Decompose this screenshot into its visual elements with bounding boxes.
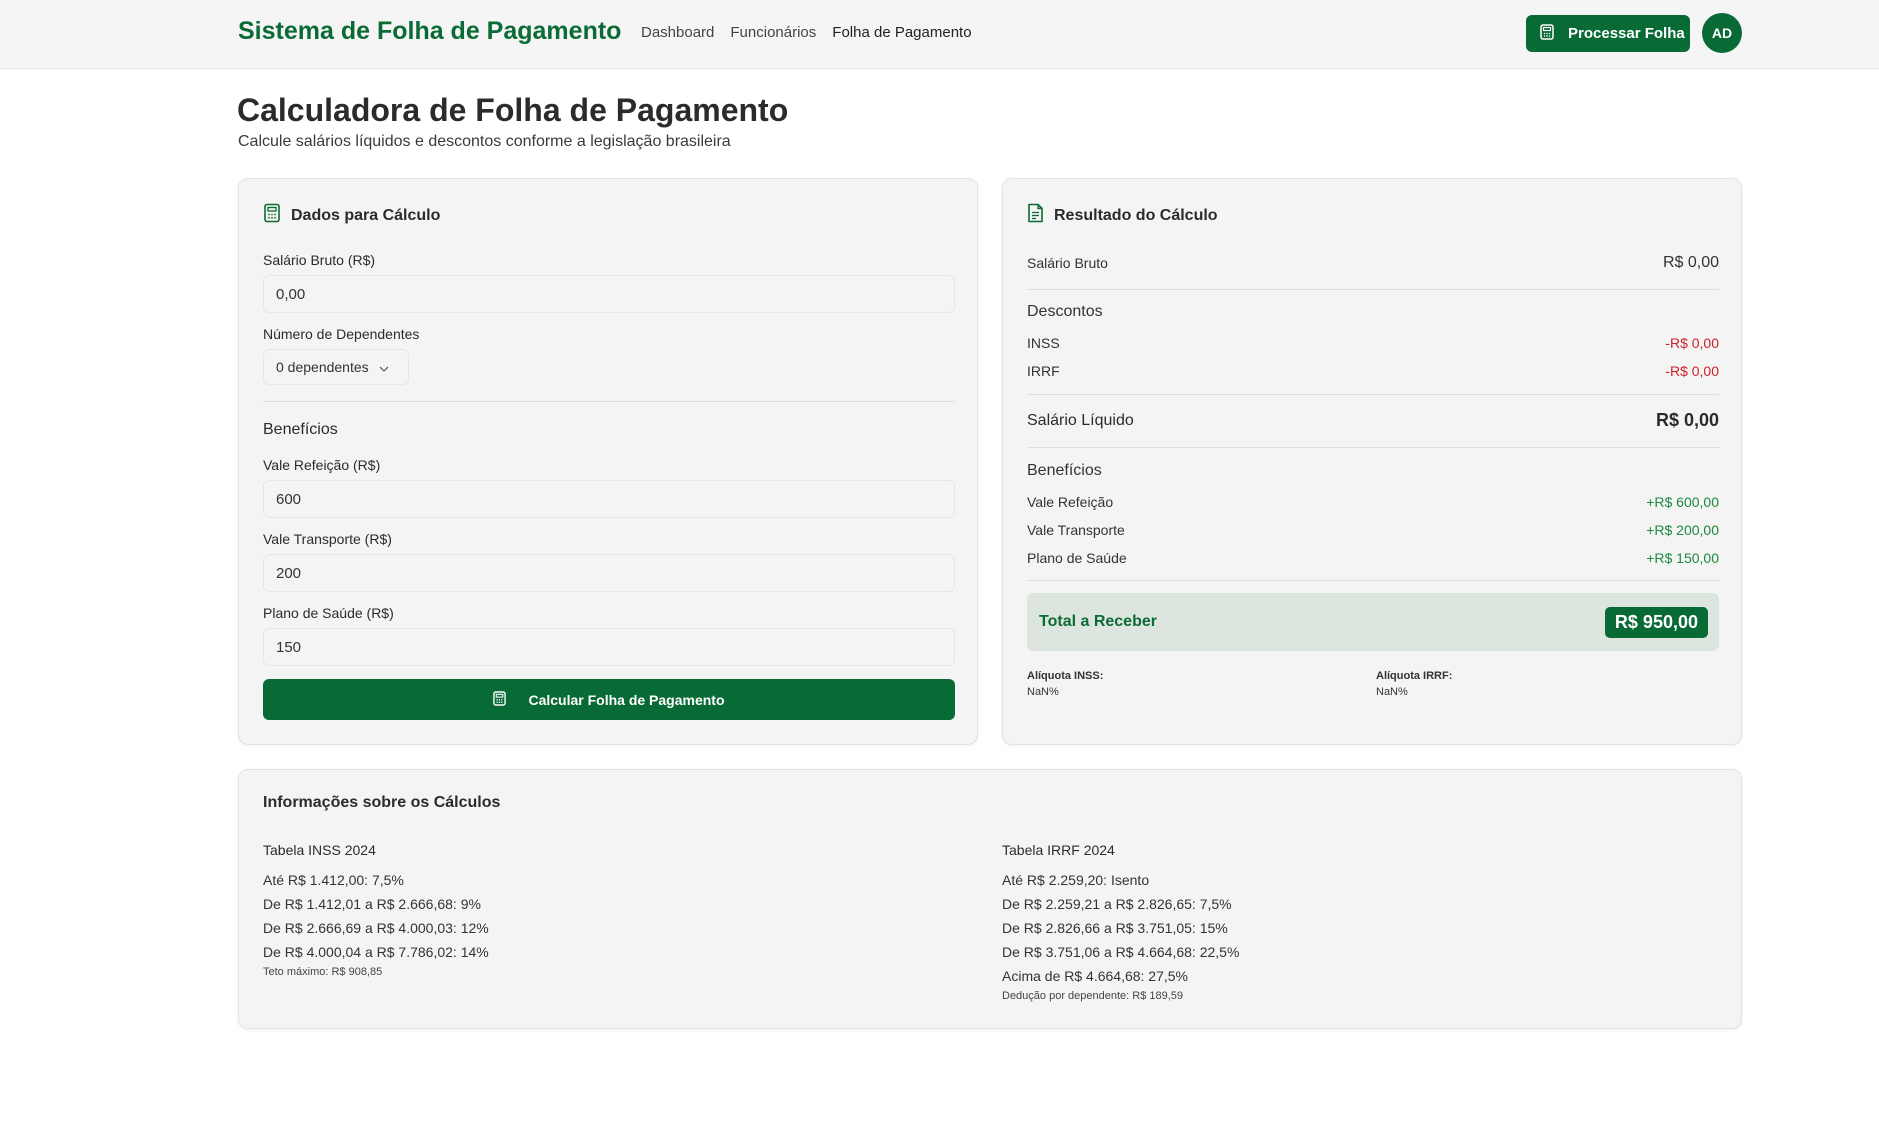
gross-salary-row: Salário Bruto R$ 0,00 xyxy=(1027,254,1719,272)
meal-voucher-row: Vale Refeição +R$ 600,00 xyxy=(1027,494,1719,510)
irrf-rate-label: Alíquota IRRF: xyxy=(1376,670,1453,682)
chevron-down-icon xyxy=(379,359,389,375)
inss-value: -R$ 0,00 xyxy=(1665,335,1719,351)
input-card-header: Dados para Cálculo xyxy=(263,203,440,228)
benefits-title-row: Benefícios xyxy=(1027,462,1719,480)
top-navbar: Sistema de Folha de Pagamento Dashboard … xyxy=(0,0,1879,69)
gross-salary-value: R$ 0,00 xyxy=(1662,254,1719,271)
irrf-bracket: De R$ 2.259,21 a R$ 2.826,65: 7,5% xyxy=(1002,896,1232,912)
irrf-table-title: Tabela IRRF 2024 xyxy=(1002,842,1115,858)
avatar[interactable]: AD xyxy=(1702,13,1742,53)
inss-label: INSS xyxy=(1027,335,1060,351)
irrf-bracket: Até R$ 2.259,20: Isento xyxy=(1002,872,1150,888)
inss-rate-value: NaN% xyxy=(1027,686,1059,698)
meal-voucher-label: Vale Refeição xyxy=(1027,494,1114,510)
transport-voucher-label: Vale Transporte xyxy=(1027,522,1125,538)
health-plan-input[interactable]: 150 xyxy=(263,628,955,666)
calculation-info-card: Informações sobre os Cálculos Tabela INS… xyxy=(238,769,1742,1029)
result-card: Resultado do Cálculo Salário Bruto R$ 0,… xyxy=(1002,178,1742,745)
gross-salary-label: Salário Bruto xyxy=(1027,255,1108,271)
irrf-bracket: De R$ 2.826,66 a R$ 3.751,05: 15% xyxy=(1002,920,1228,936)
inss-note: Teto máximo: R$ 908,85 xyxy=(263,966,383,978)
nav-funcionarios[interactable]: Funcionários xyxy=(730,24,816,41)
inss-rate-label: Alíquota INSS: xyxy=(1027,670,1104,682)
irrf-label: IRRF xyxy=(1027,363,1060,379)
inss-bracket: De R$ 4.000,04 a R$ 7.786,02: 14% xyxy=(263,944,489,960)
nav-folha-de-pagamento[interactable]: Folha de Pagamento xyxy=(832,24,971,41)
meal-voucher-label: Vale Refeição (R$) xyxy=(263,457,381,473)
health-plan-row: Plano de Saúde +R$ 150,00 xyxy=(1027,550,1719,566)
net-salary-row: Salário Líquido R$ 0,00 xyxy=(1027,410,1719,431)
brand-title[interactable]: Sistema de Folha de Pagamento xyxy=(238,17,621,46)
benefits-section-title: Benefícios xyxy=(263,421,338,438)
calculate-payroll-label: Calcular Folha de Pagamento xyxy=(528,691,725,708)
main-nav: Dashboard Funcionários Folha de Pagament… xyxy=(641,24,972,41)
divider xyxy=(263,401,955,402)
health-plan-label: Plano de Saúde xyxy=(1027,550,1127,566)
irrf-row: IRRF -R$ 0,00 xyxy=(1027,363,1719,379)
transport-voucher-value: +R$ 200,00 xyxy=(1646,522,1719,538)
net-salary-value: R$ 0,00 xyxy=(1655,410,1719,430)
inss-row: INSS -R$ 0,00 xyxy=(1027,335,1719,351)
total-to-receive-value: R$ 950,00 xyxy=(1604,606,1708,638)
nav-dashboard[interactable]: Dashboard xyxy=(641,24,714,41)
inss-bracket: Até R$ 1.412,00: 7,5% xyxy=(263,872,404,888)
dependents-value: 0 dependentes xyxy=(276,359,369,375)
divider xyxy=(1027,289,1719,290)
irrf-note: Dedução por dependente: R$ 189,59 xyxy=(1002,990,1184,1002)
irrf-value: -R$ 0,00 xyxy=(1665,363,1719,379)
deductions-title: Descontos xyxy=(1027,303,1103,320)
document-icon xyxy=(1027,203,1044,228)
deductions-title-row: Descontos xyxy=(1027,303,1719,321)
inss-bracket: De R$ 2.666,69 a R$ 4.000,03: 12% xyxy=(263,920,489,936)
info-card-title: Informações sobre os Cálculos xyxy=(263,794,501,811)
transport-voucher-row: Vale Transporte +R$ 200,00 xyxy=(1027,522,1719,538)
health-plan-label: Plano de Saúde (R$) xyxy=(263,605,394,621)
result-card-title: Resultado do Cálculo xyxy=(1054,206,1218,224)
irrf-bracket: Acima de R$ 4.664,68: 27,5% xyxy=(1002,968,1189,984)
calculator-icon xyxy=(1540,23,1554,44)
result-card-header: Resultado do Cálculo xyxy=(1027,203,1218,228)
inss-table-title: Tabela INSS 2024 xyxy=(263,842,376,858)
input-card: Dados para Cálculo Salário Bruto (R$) 0,… xyxy=(238,178,978,745)
irrf-table: Tabela IRRF 2024 Até R$ 2.259,20: Isento… xyxy=(1002,842,1239,1002)
transport-voucher-label: Vale Transporte (R$) xyxy=(263,531,392,547)
dependents-label: Número de Dependentes xyxy=(263,326,420,342)
divider xyxy=(1027,394,1719,395)
divider xyxy=(1027,580,1719,581)
page-subtitle: Calcule salários líquidos e descontos co… xyxy=(238,133,731,150)
calculate-payroll-button[interactable]: Calcular Folha de Pagamento xyxy=(263,679,955,720)
total-to-receive-label: Total a Receber xyxy=(1039,613,1157,630)
benefits-title: Benefícios xyxy=(1027,462,1102,479)
salary-input[interactable]: 0,00 xyxy=(263,275,955,313)
irrf-rate-value: NaN% xyxy=(1376,686,1408,698)
meal-voucher-input[interactable]: 600 xyxy=(263,480,955,518)
inss-rate: Alíquota INSS: NaN% xyxy=(1027,668,1103,700)
process-payroll-button[interactable]: Processar Folha xyxy=(1526,15,1690,52)
dependents-select[interactable]: 0 dependentes xyxy=(263,349,409,385)
inss-table: Tabela INSS 2024 Até R$ 1.412,00: 7,5% D… xyxy=(263,842,489,978)
process-payroll-label: Processar Folha xyxy=(1568,25,1685,42)
transport-voucher-input[interactable]: 200 xyxy=(263,554,955,592)
salary-label: Salário Bruto (R$) xyxy=(263,252,376,268)
health-plan-value: +R$ 150,00 xyxy=(1646,550,1719,566)
total-to-receive-box: Total a Receber R$ 950,00 xyxy=(1027,593,1719,651)
divider xyxy=(1027,447,1719,448)
irrf-bracket: De R$ 3.751,06 a R$ 4.664,68: 22,5% xyxy=(1002,944,1240,960)
page-title: Calculadora de Folha de Pagamento xyxy=(237,92,789,128)
inss-bracket: De R$ 1.412,01 a R$ 2.666,68: 9% xyxy=(263,896,481,912)
input-card-title: Dados para Cálculo xyxy=(291,206,441,224)
calculator-icon xyxy=(263,203,281,228)
calculator-icon xyxy=(493,690,507,709)
irrf-rate: Alíquota IRRF: NaN% xyxy=(1376,668,1452,700)
net-salary-label: Salário Líquido xyxy=(1027,411,1134,429)
meal-voucher-value: +R$ 600,00 xyxy=(1646,494,1719,510)
